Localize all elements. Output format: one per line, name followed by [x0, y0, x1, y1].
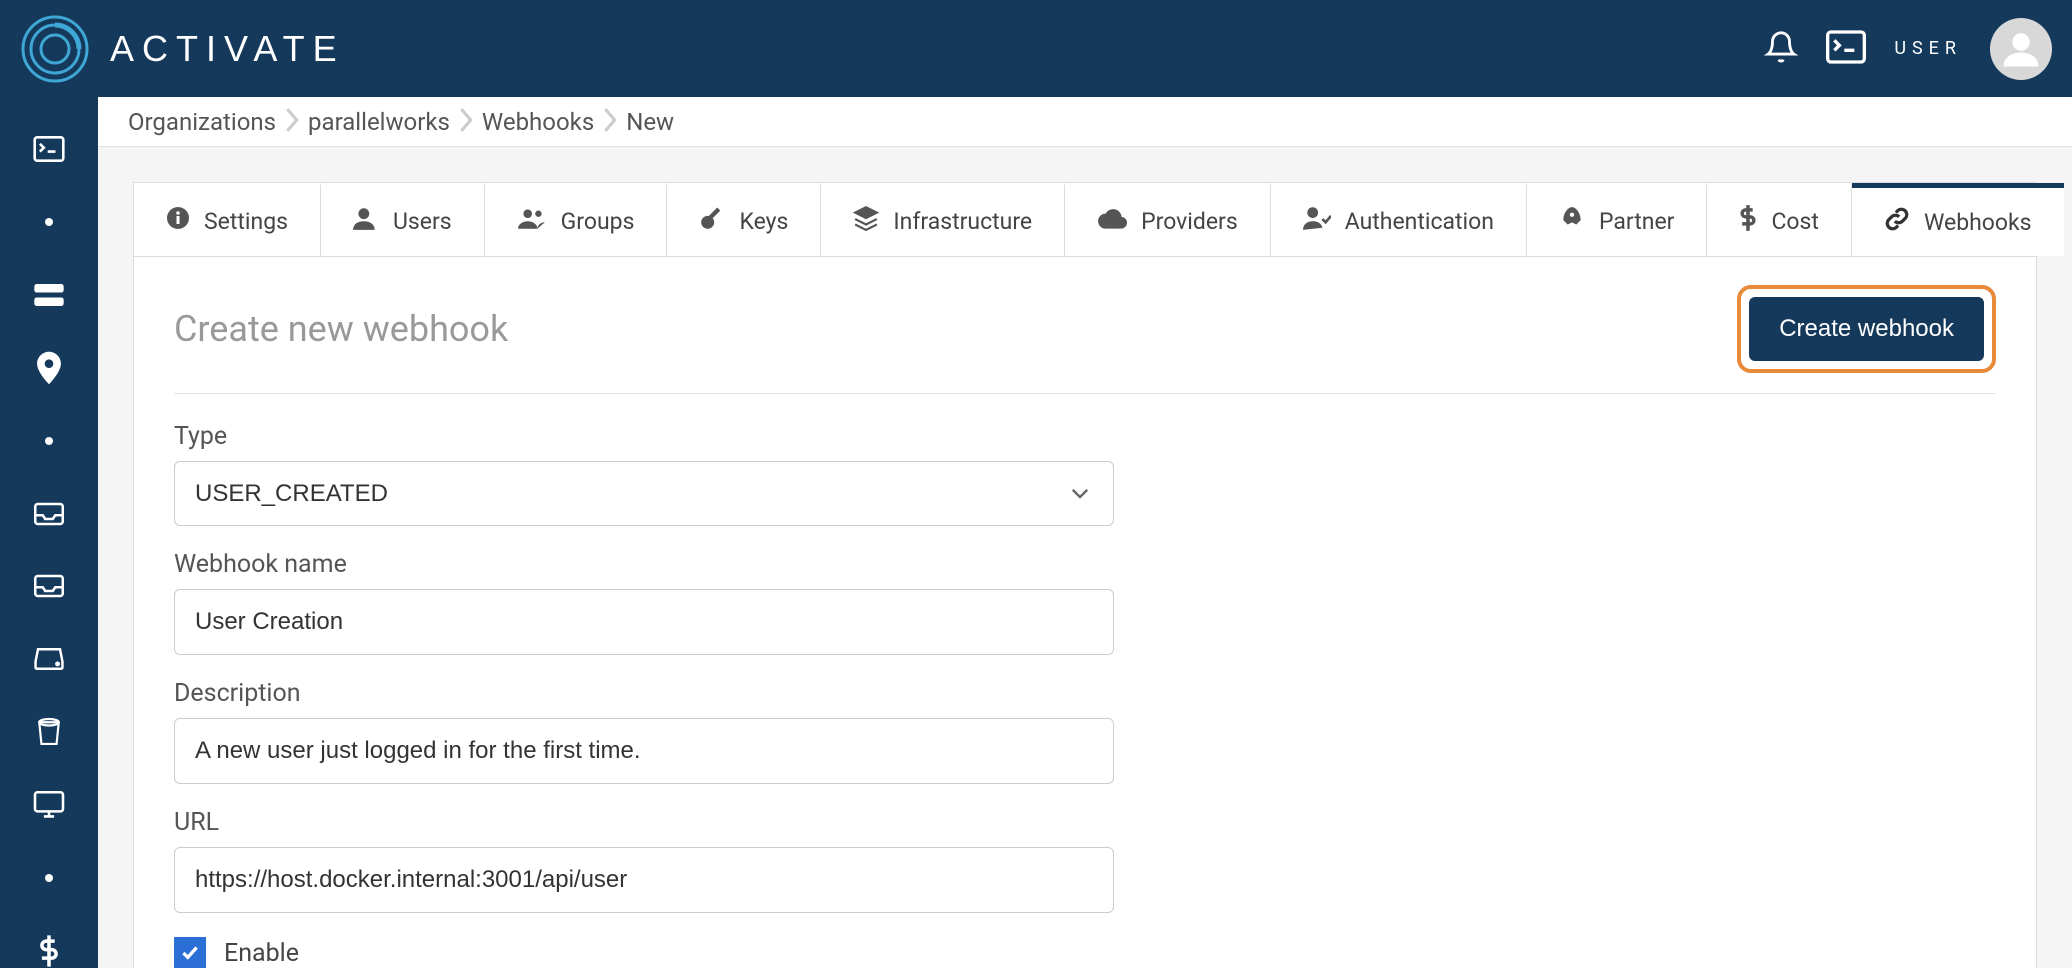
link-icon [1884, 206, 1910, 238]
tab-groups[interactable]: Groups [485, 183, 668, 256]
name-label: Webhook name [174, 550, 1996, 579]
tab-label: Providers [1141, 208, 1238, 235]
avatar[interactable] [1990, 18, 2052, 80]
breadcrumb-organizations[interactable]: Organizations [128, 108, 276, 136]
webhook-name-input[interactable] [174, 589, 1114, 655]
panel-header: Create new webhook Create webhook [174, 285, 1996, 394]
user-label: USER [1894, 38, 1962, 59]
tab-settings[interactable]: Settings [134, 183, 321, 256]
tab-users[interactable]: Users [321, 183, 485, 256]
sidebar-terminal-icon[interactable] [29, 132, 69, 167]
chevron-right-icon [284, 106, 300, 138]
breadcrumb-webhooks[interactable]: Webhooks [482, 108, 594, 136]
logo-icon[interactable] [20, 14, 90, 84]
breadcrumb-org-name[interactable]: parallelworks [308, 108, 450, 136]
dollar-icon [1739, 204, 1757, 238]
chevron-right-icon [458, 106, 474, 138]
notification-bell-icon[interactable] [1764, 30, 1798, 68]
sidebar-dot-3[interactable] [29, 860, 69, 895]
create-button-highlight: Create webhook [1737, 285, 1996, 373]
tab-providers[interactable]: Providers [1065, 183, 1271, 256]
tab-label: Users [393, 208, 452, 235]
type-select[interactable]: USER_CREATED [174, 461, 1114, 526]
layers-icon [853, 205, 879, 237]
tab-keys[interactable]: Keys [667, 183, 821, 256]
tab-cost[interactable]: Cost [1707, 183, 1851, 256]
tab-infrastructure[interactable]: Infrastructure [821, 183, 1065, 256]
url-input[interactable] [174, 847, 1114, 913]
main-content: Organizations parallelworks Webhooks New [98, 97, 2072, 968]
enable-checkbox[interactable] [174, 937, 206, 968]
breadcrumb: Organizations parallelworks Webhooks New [98, 97, 2072, 147]
panel-title: Create new webhook [174, 308, 508, 350]
app-header: ACTIVATE USER [0, 0, 2072, 97]
sidebar [0, 97, 98, 968]
user-icon [353, 206, 379, 236]
sidebar-monitor-icon[interactable] [29, 787, 69, 822]
description-input[interactable] [174, 718, 1114, 784]
create-webhook-button[interactable]: Create webhook [1749, 297, 1984, 361]
tab-label: Partner [1599, 208, 1674, 235]
sidebar-dot-2[interactable] [29, 423, 69, 458]
enable-label: Enable [224, 939, 299, 968]
panel: Create new webhook Create webhook Type U… [133, 256, 2037, 968]
tab-label: Cost [1771, 208, 1818, 235]
terminal-icon[interactable] [1826, 30, 1866, 68]
chevron-right-icon [602, 106, 618, 138]
usercheck-icon [1303, 206, 1331, 236]
tab-label: Authentication [1345, 208, 1494, 235]
sidebar-inbox-icon-2[interactable] [29, 569, 69, 604]
url-label: URL [174, 808, 1996, 837]
tab-label: Settings [204, 208, 288, 235]
tab-label: Infrastructure [893, 208, 1032, 235]
info-icon [166, 206, 190, 236]
tab-label: Keys [739, 208, 788, 235]
tab-label: Webhooks [1924, 209, 2032, 236]
sidebar-dot-1[interactable] [29, 205, 69, 240]
tab-webhooks[interactable]: Webhooks [1852, 183, 2064, 256]
tab-partner[interactable]: Partner [1527, 183, 1707, 256]
brand-name: ACTIVATE [110, 28, 345, 70]
description-label: Description [174, 679, 1996, 708]
key-icon [699, 205, 725, 237]
tab-authentication[interactable]: Authentication [1271, 183, 1527, 256]
sidebar-dollar-icon[interactable] [29, 933, 69, 968]
type-label: Type [174, 422, 1996, 451]
tab-label: Groups [561, 208, 635, 235]
tabs: Settings Users Groups [133, 182, 2037, 256]
header-right: USER [1764, 18, 2052, 80]
cloud-icon [1097, 208, 1127, 235]
sidebar-inbox-icon-1[interactable] [29, 496, 69, 531]
rocket-icon [1559, 205, 1585, 237]
breadcrumb-new[interactable]: New [626, 108, 674, 136]
sidebar-location-icon[interactable] [29, 350, 69, 385]
logo-area: ACTIVATE [20, 14, 345, 84]
sidebar-bucket-icon[interactable] [29, 715, 69, 750]
sidebar-server-icon[interactable] [29, 278, 69, 313]
sidebar-drive-icon[interactable] [29, 642, 69, 677]
users-icon [517, 207, 547, 235]
